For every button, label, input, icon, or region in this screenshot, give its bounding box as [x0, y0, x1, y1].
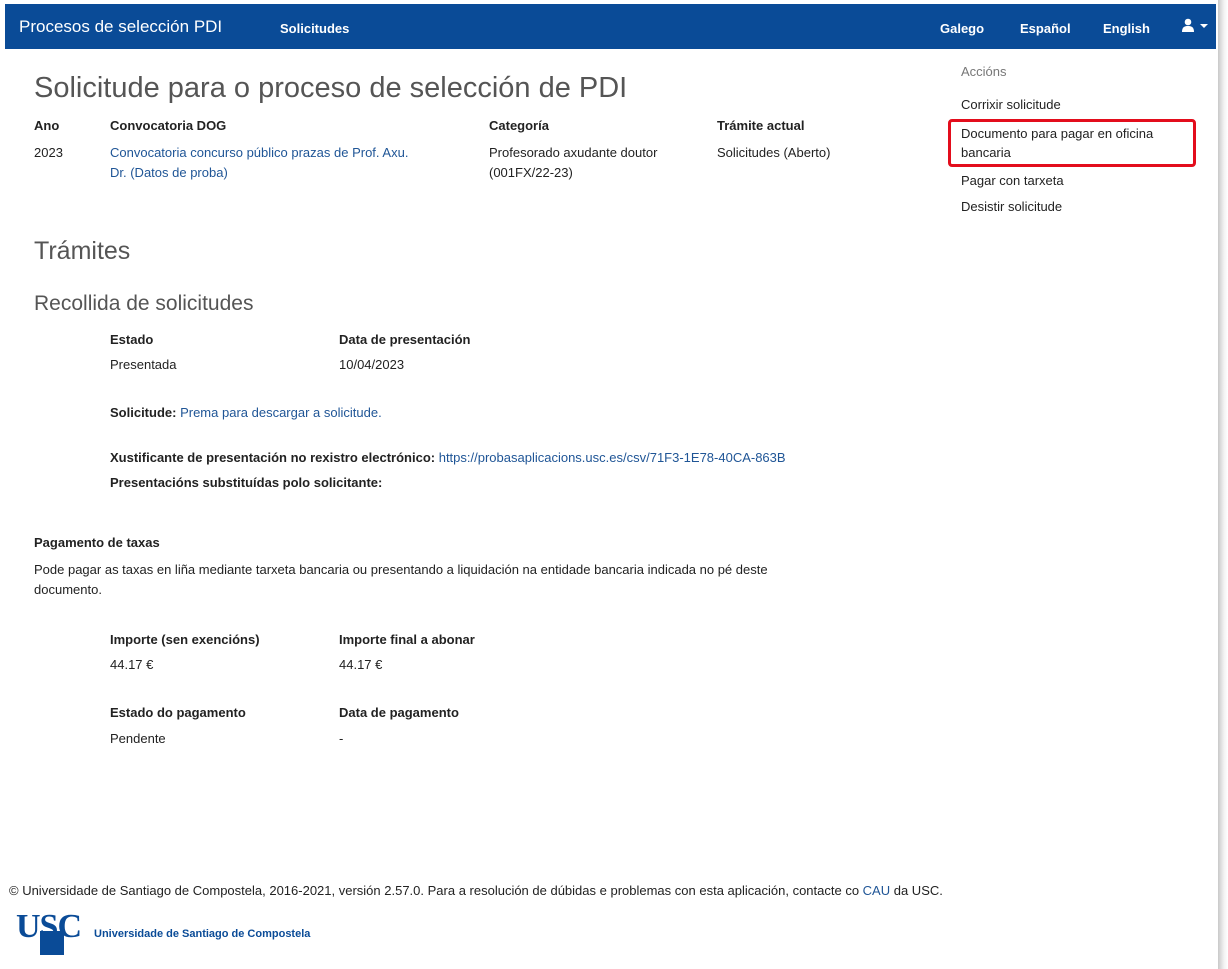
desistir-solicitude-link[interactable]: Desistir solicitude	[961, 197, 1062, 216]
categoria-line2: (001FX/22-23)	[489, 165, 573, 180]
importe-final-label: Importe final a abonar	[339, 632, 475, 647]
xustificante-row: Xustificante de presentación no rexistro…	[110, 450, 786, 465]
importe-final-value: 44.17 €	[339, 657, 383, 672]
descargar-solicitude-link[interactable]: Prema para descargar a solicitude.	[180, 405, 382, 420]
categoria-line1: Profesorado axudante doutor	[489, 145, 658, 160]
solicitude-label: Solicitude:	[110, 405, 177, 420]
pagamento-heading: Pagamento de taxas	[34, 535, 160, 550]
user-menu-toggle[interactable]	[1181, 18, 1208, 32]
data-presentacion-value: 10/04/2023	[339, 357, 405, 372]
page: Procesos de selección PDI Solicitudes Ga…	[0, 0, 1218, 969]
brand-link[interactable]: Procesos de selección PDI	[19, 17, 222, 37]
pagamento-description: Pode pagar as taxas en liña mediante tar…	[34, 560, 768, 600]
footer-text: © Universidade de Santiago de Compostela…	[9, 883, 943, 898]
chevron-down-icon	[1200, 24, 1208, 28]
user-icon	[1182, 18, 1194, 32]
xustificante-link[interactable]: https://probasaplicacions.usc.es/csv/71F…	[439, 450, 786, 465]
pagar-tarxeta-link[interactable]: Pagar con tarxeta	[961, 171, 1064, 190]
estado-label: Estado	[110, 332, 154, 347]
usc-logo[interactable]: USC Universidade de Santiago de Composte…	[14, 909, 310, 959]
estado-pagamento-value: Pendente	[110, 731, 166, 746]
ano-label: Ano	[34, 118, 60, 133]
usc-logo-name: Universidade de Santiago de Compostela	[94, 928, 311, 940]
tramites-heading: Trámites	[34, 237, 131, 265]
cau-link[interactable]: CAU	[863, 883, 890, 898]
corrixir-solicitude-link[interactable]: Corrixir solicitude	[961, 95, 1061, 114]
convocatoria-link-line1: Convocatoria concurso público prazas de …	[110, 145, 409, 160]
importe-label: Importe (sen exencións)	[110, 632, 260, 647]
lang-espanol-link[interactable]: Español	[1020, 21, 1071, 36]
page-shadow	[1218, 0, 1228, 969]
estado-pagamento-label: Estado do pagamento	[110, 705, 246, 720]
tramite-value: Solicitudes (Aberto)	[717, 145, 831, 160]
data-presentacion-label: Data de presentación	[339, 332, 471, 347]
xustificante-label: Xustificante de presentación no rexistro…	[110, 450, 436, 465]
data-pagamento-value: -	[339, 731, 344, 746]
convocatoria-label: Convocatoria DOG	[110, 118, 227, 133]
data-pagamento-label: Data de pagamento	[339, 705, 459, 720]
convocatoria-link-line2: Dr. (Datos de proba)	[110, 165, 228, 180]
recollida-heading: Recollida de solicitudes	[34, 292, 254, 315]
solicitude-row: Solicitude: Prema para descargar a solic…	[110, 405, 382, 420]
categoria-value: Profesorado axudante doutor (001FX/22-23…	[489, 143, 657, 183]
pagamento-desc-line1: Pode pagar as taxas en liña mediante tar…	[34, 562, 768, 577]
convocatoria-link[interactable]: Convocatoria concurso público prazas de …	[110, 143, 408, 183]
ano-value: 2023	[34, 145, 63, 160]
presentacions-label: Presentacións substituídas polo solicita…	[110, 475, 383, 490]
nav-solicitudes-link[interactable]: Solicitudes	[280, 21, 349, 36]
footer-text-after: da USC.	[890, 883, 943, 898]
usc-logo-mark: USC	[14, 909, 88, 959]
estado-value: Presentada	[110, 357, 177, 372]
page-title: Solicitude para o proceso de selección d…	[34, 72, 628, 104]
usc-logo-letters: USC	[16, 908, 82, 945]
lang-galego-link[interactable]: Galego	[940, 21, 984, 36]
importe-value: 44.17 €	[110, 657, 154, 672]
tramite-label: Trámite actual	[717, 118, 805, 133]
actions-heading: Accións	[961, 64, 1007, 79]
pagamento-desc-line2: documento.	[34, 582, 102, 597]
highlight-box	[948, 119, 1196, 167]
categoria-label: Categoría	[489, 118, 549, 133]
footer-text-before: © Universidade de Santiago de Compostela…	[9, 883, 863, 898]
lang-english-link[interactable]: English	[1103, 21, 1150, 36]
top-navbar: Procesos de selección PDI Solicitudes Ga…	[5, 4, 1216, 49]
